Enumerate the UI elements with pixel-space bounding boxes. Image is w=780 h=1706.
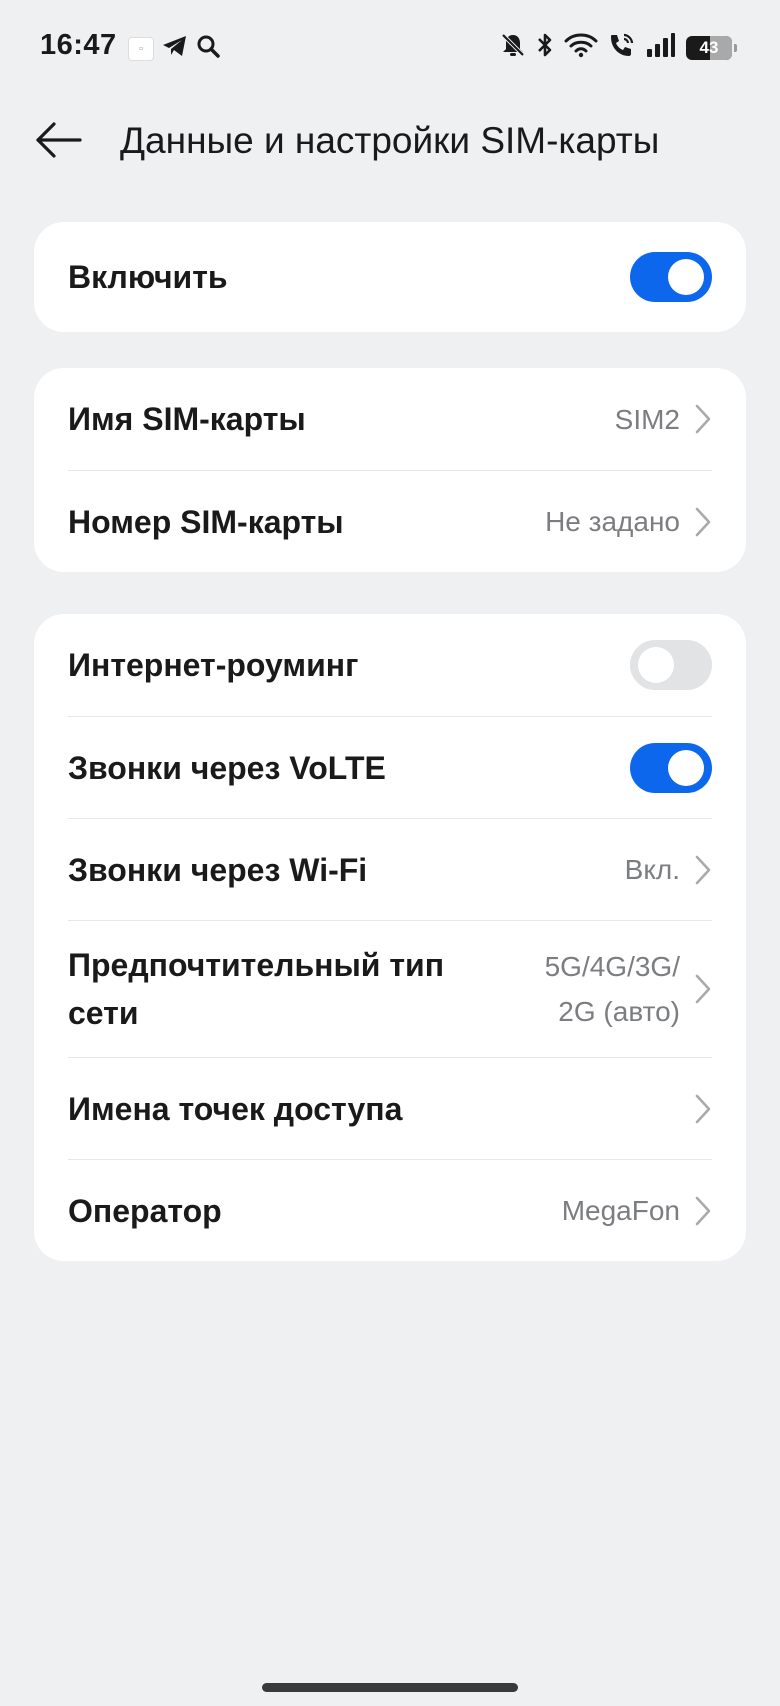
operator-value: MegaFon <box>561 1195 680 1226</box>
network-type-right: 5G/4G/3G/ 2G (авто) <box>545 944 712 1034</box>
sim-name-label: Имя SIM-карты <box>68 401 306 437</box>
status-time: 16:47 <box>40 29 117 61</box>
status-left-icons: ▭ <box>128 34 220 63</box>
chevron-right-icon <box>694 854 712 886</box>
operator-right: MegaFon <box>562 1188 712 1233</box>
chevron-right-icon <box>694 973 712 1005</box>
sim-name-value: SIM2 <box>614 403 680 435</box>
network-type-value: 5G/4G/3G/ 2G (авто) <box>544 951 680 1027</box>
network-type-label: Предпочтительный тип сети <box>68 947 445 1031</box>
sim-identity-card: Имя SIM-карты SIM2 Номер SIM-карты Не за… <box>34 368 746 572</box>
network-card: Интернет-роуминг Звонки через VoLTE Звон… <box>34 614 746 1261</box>
signal-icon <box>646 32 676 63</box>
chevron-right-icon <box>694 1093 712 1125</box>
roaming-row[interactable]: Интернет-роуминг <box>68 614 712 716</box>
sim-name-right: SIM2 <box>615 397 712 442</box>
sim-name-row[interactable]: Имя SIM-карты SIM2 <box>68 368 712 470</box>
roaming-label: Интернет-роуминг <box>68 647 359 683</box>
roaming-toggle[interactable] <box>630 640 712 690</box>
status-right-icons: 43 <box>500 32 737 63</box>
apn-label: Имена точек доступа <box>68 1090 403 1127</box>
enable-toggle[interactable] <box>630 252 712 302</box>
page-title: Данные и настройки SIM-карты <box>120 120 660 161</box>
chevron-right-icon <box>694 1195 712 1227</box>
realme-app-icon: ▭ <box>128 36 154 61</box>
status-bar: 16:47 ▭ 43 <box>0 0 780 96</box>
back-button[interactable] <box>30 116 86 164</box>
chevron-right-icon <box>694 403 712 435</box>
chevron-right-icon <box>694 506 712 538</box>
enable-label: Включить <box>68 259 228 295</box>
wifi-calls-value: Вкл. <box>624 854 680 885</box>
arrow-left-icon <box>36 122 82 158</box>
battery-level: 43 <box>699 37 719 57</box>
volte-label: Звонки через VoLTE <box>68 749 386 786</box>
enable-row[interactable]: Включить <box>68 222 712 332</box>
apn-right <box>694 1093 712 1125</box>
toggle-knob <box>668 749 704 786</box>
battery-icon: 43 <box>686 35 737 60</box>
operator-row[interactable]: Оператор MegaFon <box>68 1159 712 1261</box>
wifi-call-icon <box>608 32 636 63</box>
app-header: Данные и настройки SIM-карты <box>0 100 780 182</box>
toggle-knob <box>668 259 704 295</box>
operator-label: Оператор <box>68 1192 222 1229</box>
wifi-calls-label: Звонки через Wi-Fi <box>68 851 368 888</box>
wifi-calls-right: Вкл. <box>625 847 712 892</box>
volte-row[interactable]: Звонки через VoLTE <box>68 716 712 818</box>
toggle-knob <box>638 647 674 683</box>
wifi-calls-row[interactable]: Звонки через Wi-Fi Вкл. <box>68 818 712 920</box>
bluetooth-icon <box>536 32 554 63</box>
volte-toggle[interactable] <box>630 742 712 793</box>
home-indicator[interactable] <box>262 1683 518 1692</box>
apn-row[interactable]: Имена точек доступа <box>68 1057 712 1159</box>
sim-number-label: Номер SIM-карты <box>68 503 344 540</box>
sim-number-right: Не задано <box>545 499 712 544</box>
search-icon <box>196 34 220 63</box>
sim-number-row[interactable]: Номер SIM-карты Не задано <box>68 470 712 572</box>
network-type-row[interactable]: Предпочтительный тип сети 5G/4G/3G/ 2G (… <box>68 920 712 1057</box>
bell-muted-icon <box>500 32 526 63</box>
wifi-icon <box>564 32 598 63</box>
telegram-icon <box>162 35 188 62</box>
sim-number-value: Не задано <box>545 506 680 537</box>
enable-card: Включить <box>34 222 746 332</box>
